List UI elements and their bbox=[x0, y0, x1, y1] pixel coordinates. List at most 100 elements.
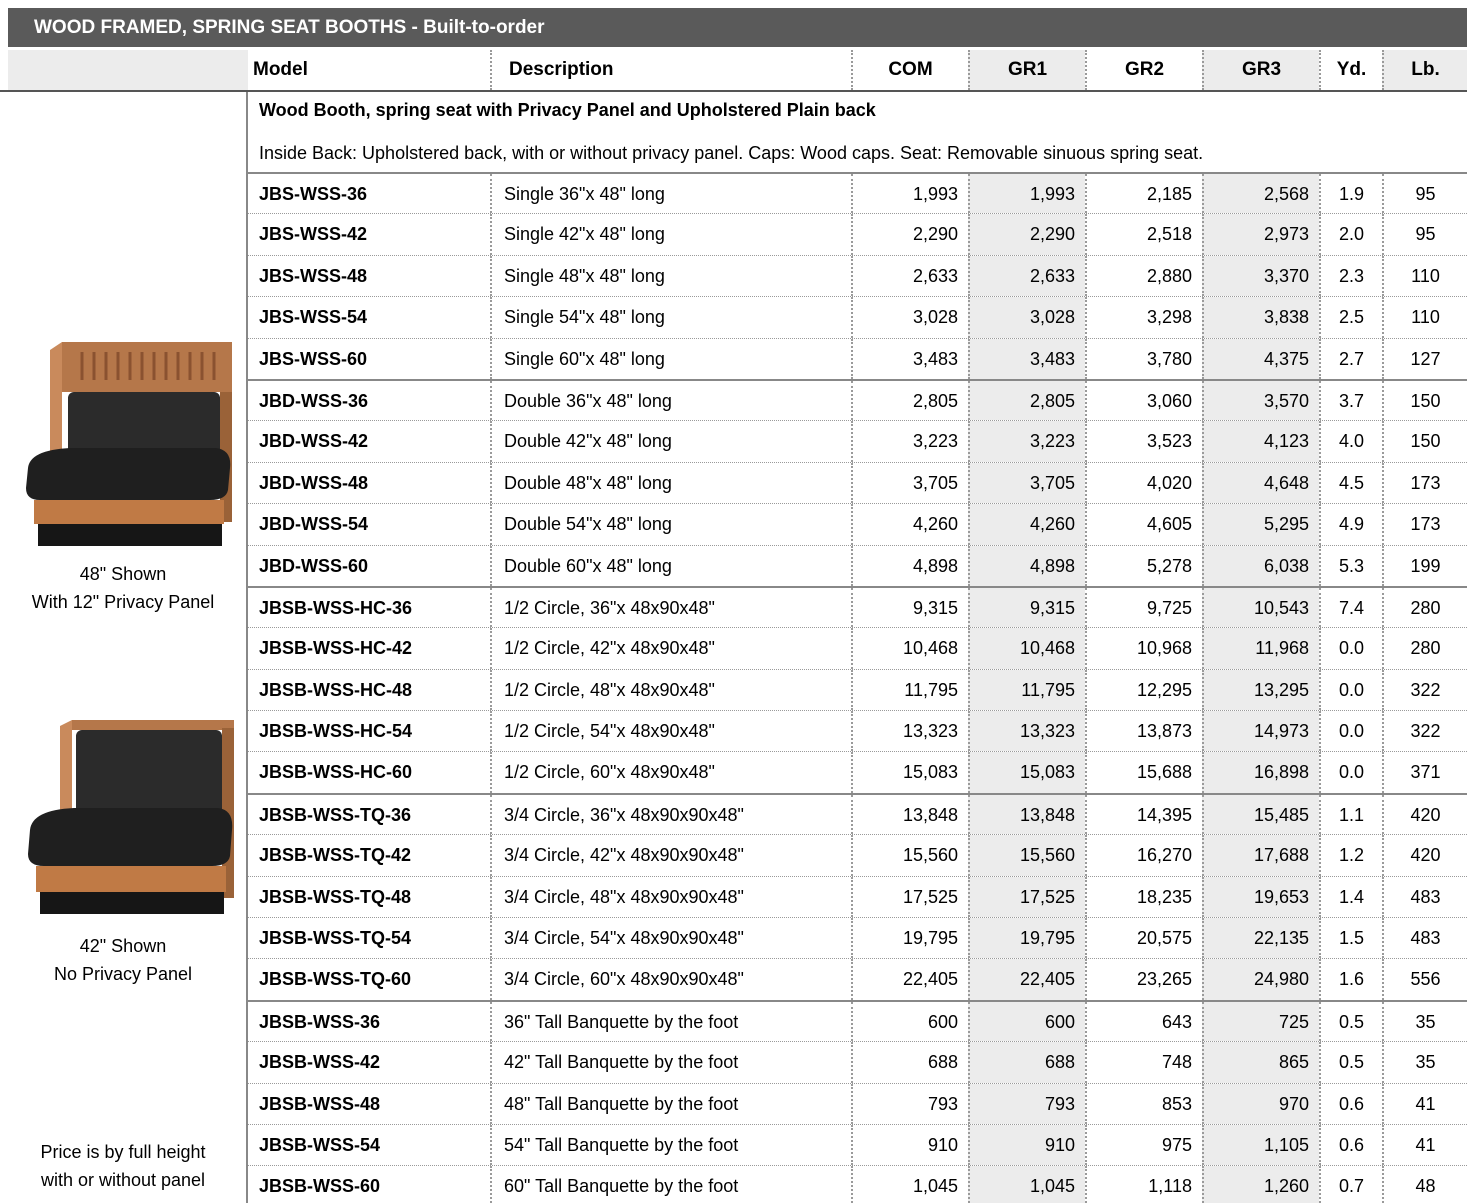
com-price-cell: 910 bbox=[851, 1124, 968, 1166]
table-row: JBSB-WSS-TQ-36 3/4 Circle, 36"x 48x90x90x… bbox=[248, 792, 1467, 835]
weight-cell: 150 bbox=[1382, 380, 1467, 421]
weight-cell: 173 bbox=[1382, 504, 1467, 545]
weight-cell: 150 bbox=[1382, 421, 1467, 462]
description-cell: 42" Tall Banquette by the foot bbox=[490, 1042, 848, 1083]
table-row: JBSB-WSS-TQ-60 3/4 Circle, 60"x 48x90x90x… bbox=[248, 958, 1467, 1000]
price-table: JBS-WSS-36 Single 36"x 48" long 1,993 1,993… bbox=[248, 172, 1467, 1203]
gr2-price-cell: 13,873 bbox=[1085, 711, 1202, 752]
section-title: Wood Booth, spring seat with Privacy Pan… bbox=[259, 100, 876, 120]
description-cell: 3/4 Circle, 54"x 48x90x90x48" bbox=[490, 918, 848, 959]
gr3-price-cell: 5,295 bbox=[1202, 504, 1319, 545]
description-cell: 1/2 Circle, 60"x 48x90x48" bbox=[490, 752, 848, 793]
gr2-price-cell: 4,020 bbox=[1085, 462, 1202, 504]
description-cell: 3/4 Circle, 48"x 48x90x90x48" bbox=[490, 876, 848, 918]
weight-cell: 199 bbox=[1382, 545, 1467, 586]
section-description: Inside Back: Upholstered back, with or w… bbox=[259, 143, 1204, 163]
model-cell: JBSB-WSS-TQ-60 bbox=[259, 969, 412, 990]
model-cell: JBD-WSS-36 bbox=[259, 390, 369, 411]
gr1-price-cell: 15,560 bbox=[968, 835, 1085, 876]
table-row: JBD-WSS-36 Double 36"x 48" long 2,805 2,805… bbox=[248, 378, 1467, 421]
gr2-price-cell: 4,605 bbox=[1085, 504, 1202, 545]
gr2-price-cell: 3,780 bbox=[1085, 338, 1202, 379]
table-row: JBD-WSS-48 Double 48"x 48" long 3,705 3,705… bbox=[248, 461, 1467, 504]
gr1-price-cell: 2,805 bbox=[968, 380, 1085, 421]
yardage-cell: 1.9 bbox=[1319, 174, 1382, 214]
table-row: JBD-WSS-60 Double 60"x 48" long 4,898 4,898… bbox=[248, 544, 1467, 586]
model-cell: JBS-WSS-60 bbox=[259, 348, 368, 369]
weight-cell: 95 bbox=[1382, 214, 1467, 255]
table-row: JBS-WSS-54 Single 54"x 48" long 3,028 3,028… bbox=[248, 296, 1467, 338]
table-row: JBSB-WSS-54 54" Tall Banquette by the foo… bbox=[248, 1123, 1467, 1166]
weight-cell: 41 bbox=[1382, 1124, 1467, 1166]
table-row: JBD-WSS-54 Double 54"x 48" long 4,260 4,260… bbox=[248, 503, 1467, 545]
com-price-cell: 13,323 bbox=[851, 711, 968, 752]
gr2-price-cell: 23,265 bbox=[1085, 959, 1202, 1000]
yardage-cell: 0.0 bbox=[1319, 752, 1382, 793]
table-row: JBSB-WSS-HC-48 1/2 Circle, 48"x 48x90x48"… bbox=[248, 668, 1467, 711]
gr1-price-cell: 10,468 bbox=[968, 628, 1085, 669]
yardage-cell: 1.1 bbox=[1319, 794, 1382, 835]
com-price-cell: 2,290 bbox=[851, 214, 968, 255]
gr3-price-cell: 19,653 bbox=[1202, 876, 1319, 918]
yardage-cell: 1.2 bbox=[1319, 835, 1382, 876]
yardage-cell: 0.6 bbox=[1319, 1124, 1382, 1166]
model-cell: JBSB-WSS-TQ-36 bbox=[259, 804, 412, 825]
com-price-cell: 22,405 bbox=[851, 959, 968, 1000]
caption-3-line-2: with or without panel bbox=[40, 1170, 206, 1190]
gr3-price-cell: 725 bbox=[1202, 1001, 1319, 1042]
model-cell: JBS-WSS-42 bbox=[259, 224, 368, 245]
table-title: WOOD FRAMED, SPRING SEAT BOOTHS - Built-… bbox=[8, 8, 1467, 47]
gr2-price-cell: 975 bbox=[1085, 1124, 1202, 1166]
model-cell: JBSB-WSS-TQ-42 bbox=[259, 845, 412, 866]
gr1-price-cell: 793 bbox=[968, 1083, 1085, 1124]
model-cell: JBSB-WSS-HC-36 bbox=[259, 597, 413, 618]
gr2-price-cell: 2,518 bbox=[1085, 214, 1202, 255]
weight-cell: 556 bbox=[1382, 959, 1467, 1000]
table-row: JBSB-WSS-HC-36 1/2 Circle, 36"x 48x90x48"… bbox=[248, 585, 1467, 628]
table-row: JBSB-WSS-TQ-42 3/4 Circle, 42"x 48x90x90x… bbox=[248, 834, 1467, 876]
description-cell: 60" Tall Banquette by the foot bbox=[490, 1166, 848, 1203]
yardage-cell: 3.7 bbox=[1319, 380, 1382, 421]
description-cell: 1/2 Circle, 54"x 48x90x48" bbox=[490, 711, 848, 752]
model-cell: JBSB-WSS-HC-54 bbox=[259, 721, 413, 742]
yardage-cell: 0.0 bbox=[1319, 669, 1382, 711]
table-row: JBSB-WSS-36 36" Tall Banquette by the foo… bbox=[248, 999, 1467, 1042]
yardage-cell: 0.6 bbox=[1319, 1083, 1382, 1124]
com-price-cell: 3,028 bbox=[851, 297, 968, 338]
gr1-price-cell: 13,323 bbox=[968, 711, 1085, 752]
weight-cell: 41 bbox=[1382, 1083, 1467, 1124]
yardage-cell: 0.5 bbox=[1319, 1001, 1382, 1042]
weight-cell: 127 bbox=[1382, 338, 1467, 379]
model-cell: JBD-WSS-60 bbox=[259, 555, 369, 576]
com-price-cell: 2,633 bbox=[851, 255, 968, 297]
gr1-price-cell: 13,848 bbox=[968, 794, 1085, 835]
gr2-price-cell: 643 bbox=[1085, 1001, 1202, 1042]
caption-2-line-2: No Privacy Panel bbox=[53, 964, 193, 984]
header-yd: Yd. bbox=[1319, 50, 1382, 90]
yardage-cell: 0.7 bbox=[1319, 1166, 1382, 1203]
description-cell: Double 60"x 48" long bbox=[490, 545, 848, 586]
gr1-price-cell: 9,315 bbox=[968, 587, 1085, 628]
gr2-price-cell: 14,395 bbox=[1085, 794, 1202, 835]
table-row: JBD-WSS-42 Double 42"x 48" long 3,223 3,223… bbox=[248, 420, 1467, 462]
com-price-cell: 11,795 bbox=[851, 669, 968, 711]
table-row: JBSB-WSS-HC-42 1/2 Circle, 42"x 48x90x48"… bbox=[248, 627, 1467, 669]
description-cell: Double 54"x 48" long bbox=[490, 504, 848, 545]
description-cell: Single 42"x 48" long bbox=[490, 214, 848, 255]
model-cell: JBSB-WSS-HC-42 bbox=[259, 638, 413, 659]
gr3-price-cell: 4,375 bbox=[1202, 338, 1319, 379]
weight-cell: 48 bbox=[1382, 1166, 1467, 1203]
yardage-cell: 5.3 bbox=[1319, 545, 1382, 586]
gr1-price-cell: 22,405 bbox=[968, 959, 1085, 1000]
header-com: COM bbox=[851, 50, 968, 90]
gr1-price-cell: 688 bbox=[968, 1042, 1085, 1083]
gr1-price-cell: 910 bbox=[968, 1124, 1085, 1166]
com-price-cell: 4,898 bbox=[851, 545, 968, 586]
yardage-cell: 2.0 bbox=[1319, 214, 1382, 255]
gr2-price-cell: 5,278 bbox=[1085, 545, 1202, 586]
gr2-price-cell: 3,523 bbox=[1085, 421, 1202, 462]
com-price-cell: 3,705 bbox=[851, 462, 968, 504]
gr1-price-cell: 2,290 bbox=[968, 214, 1085, 255]
gr1-price-cell: 1,993 bbox=[968, 174, 1085, 214]
gr1-price-cell: 1,045 bbox=[968, 1166, 1085, 1203]
